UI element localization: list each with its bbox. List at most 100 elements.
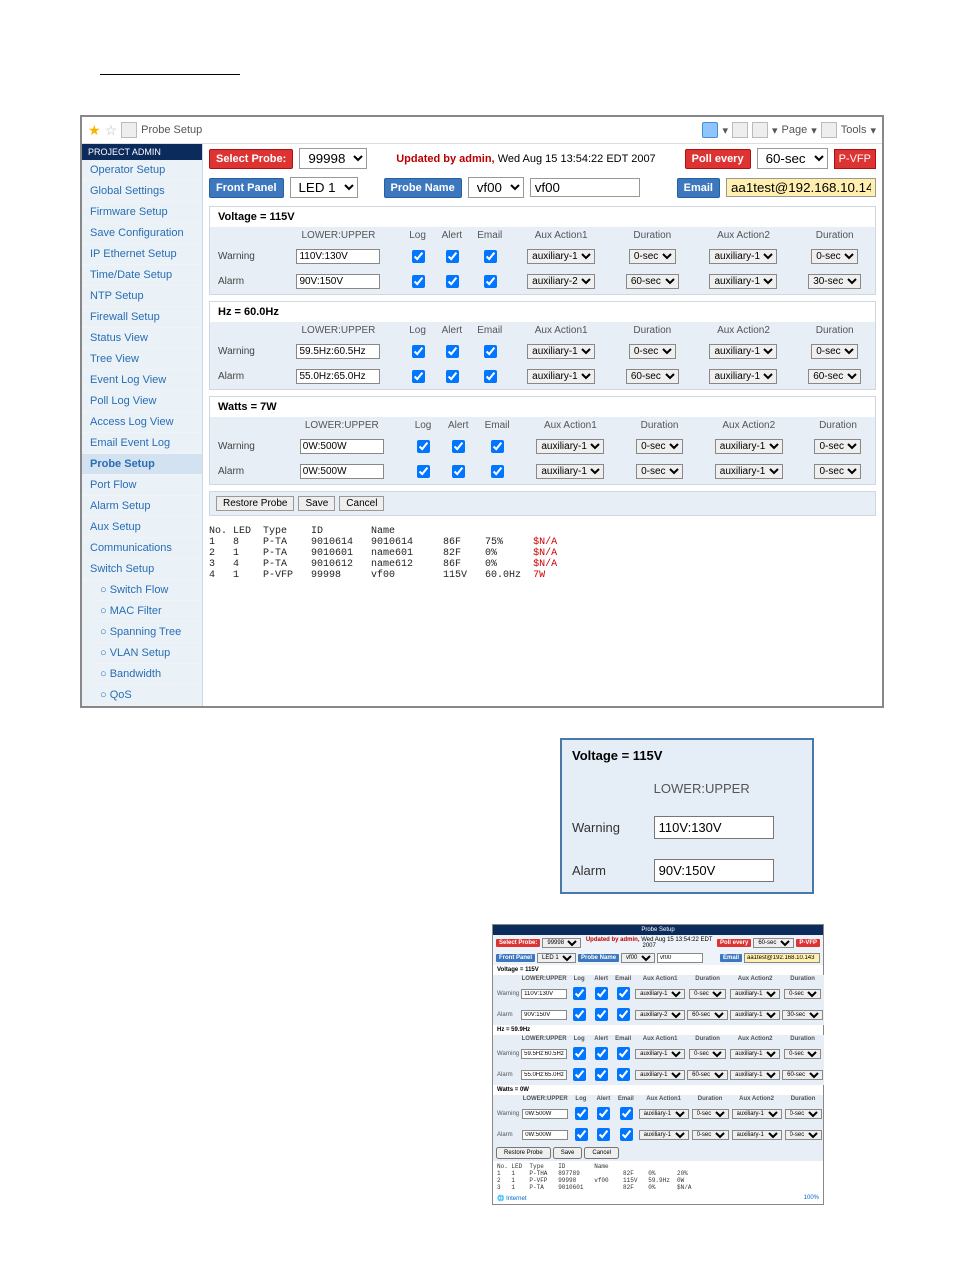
- email-checkbox[interactable]: [484, 250, 497, 263]
- sidebar-item[interactable]: Switch Setup: [82, 559, 202, 580]
- range-input[interactable]: [300, 439, 384, 454]
- tools-menu[interactable]: Tools: [841, 124, 867, 136]
- sidebar-item[interactable]: Communications: [82, 538, 202, 559]
- sidebar-item[interactable]: Alarm Setup: [82, 496, 202, 517]
- sidebar-item[interactable]: Event Log View: [82, 370, 202, 391]
- aux1-select[interactable]: auxiliary-1: [527, 369, 595, 384]
- aux2-select[interactable]: auxiliary-1: [709, 274, 777, 289]
- probe-name-dropdown[interactable]: vf00: [468, 177, 524, 198]
- dur1-select[interactable]: 60-sec: [626, 369, 679, 384]
- restore-probe-button[interactable]: Restore Probe: [216, 496, 294, 511]
- s2-probe-name-dropdown[interactable]: vf00: [621, 953, 655, 963]
- range-input[interactable]: [296, 249, 380, 264]
- s2-select-probe-dropdown[interactable]: 99998: [542, 938, 581, 948]
- range-input[interactable]: [296, 369, 380, 384]
- add-favorite-icon[interactable]: ☆: [105, 122, 118, 139]
- s2-save-button[interactable]: Save: [553, 1147, 583, 1159]
- dur1-select[interactable]: 0-sec: [636, 464, 683, 479]
- log-checkbox[interactable]: [412, 250, 425, 263]
- log-checkbox[interactable]: [412, 370, 425, 383]
- s2-poll-every-dropdown[interactable]: 60-sec: [753, 938, 794, 948]
- zoom-alarm-input[interactable]: [654, 859, 774, 882]
- s2-cancel-button[interactable]: Cancel: [584, 1147, 619, 1159]
- sidebar-item[interactable]: Operator Setup: [82, 160, 202, 181]
- dur2-select[interactable]: 0-sec: [811, 344, 858, 359]
- home-icon[interactable]: [702, 122, 718, 138]
- sidebar-item[interactable]: Aux Setup: [82, 517, 202, 538]
- sidebar-item[interactable]: Poll Log View: [82, 391, 202, 412]
- favorite-icon[interactable]: ★: [88, 122, 101, 139]
- email-input[interactable]: [726, 178, 876, 197]
- cancel-button[interactable]: Cancel: [339, 496, 384, 511]
- alert-checkbox[interactable]: [446, 370, 459, 383]
- dur1-select[interactable]: 0-sec: [636, 439, 683, 454]
- sidebar-subitem[interactable]: ○ MAC Filter: [92, 601, 202, 622]
- sidebar-item[interactable]: IP Ethernet Setup: [82, 244, 202, 265]
- sidebar-item[interactable]: Tree View: [82, 349, 202, 370]
- sidebar-item[interactable]: Probe Setup: [82, 454, 202, 475]
- dur1-select[interactable]: 0-sec: [629, 249, 676, 264]
- sidebar-item[interactable]: NTP Setup: [82, 286, 202, 307]
- s2-probe-name-input[interactable]: [657, 953, 703, 963]
- range-input[interactable]: [296, 344, 380, 359]
- probe-name-input[interactable]: [530, 178, 640, 197]
- sidebar-item[interactable]: Port Flow: [82, 475, 202, 496]
- tools-icon[interactable]: [821, 122, 837, 138]
- alert-checkbox[interactable]: [446, 250, 459, 263]
- alert-checkbox[interactable]: [446, 275, 459, 288]
- log-checkbox[interactable]: [417, 465, 430, 478]
- dur2-select[interactable]: 30-sec: [808, 274, 861, 289]
- sidebar-item[interactable]: Access Log View: [82, 412, 202, 433]
- log-checkbox[interactable]: [412, 275, 425, 288]
- s2-email-input[interactable]: [744, 953, 820, 963]
- sidebar-item[interactable]: Firmware Setup: [82, 202, 202, 223]
- dur2-select[interactable]: 0-sec: [814, 439, 861, 454]
- s2-front-panel-dropdown[interactable]: LED 1: [537, 953, 576, 963]
- aux2-select[interactable]: auxiliary-1: [709, 249, 777, 264]
- range-input[interactable]: [300, 464, 384, 479]
- sidebar-item[interactable]: Email Event Log: [82, 433, 202, 454]
- aux1-select[interactable]: auxiliary-2: [527, 274, 595, 289]
- s2-restore-button[interactable]: Restore Probe: [496, 1147, 551, 1159]
- zoom-warning-input[interactable]: [654, 816, 774, 839]
- sidebar-subitem[interactable]: ○ VLAN Setup: [92, 643, 202, 664]
- page-menu[interactable]: Page: [782, 124, 808, 136]
- email-checkbox[interactable]: [484, 370, 497, 383]
- sidebar-item[interactable]: Time/Date Setup: [82, 265, 202, 286]
- dur2-select[interactable]: 0-sec: [811, 249, 858, 264]
- sidebar-item[interactable]: Firewall Setup: [82, 307, 202, 328]
- dur1-select[interactable]: 60-sec: [626, 274, 679, 289]
- print-icon[interactable]: [752, 122, 768, 138]
- dur2-select[interactable]: 60-sec: [808, 369, 861, 384]
- front-panel-dropdown[interactable]: LED 1: [290, 177, 358, 198]
- aux1-select[interactable]: auxiliary-1: [536, 439, 604, 454]
- email-checkbox[interactable]: [484, 345, 497, 358]
- sidebar-subitem[interactable]: ○ QoS: [92, 685, 202, 706]
- save-button[interactable]: Save: [298, 496, 335, 511]
- feeds-icon[interactable]: [732, 122, 748, 138]
- aux2-select[interactable]: auxiliary-1: [709, 344, 777, 359]
- alert-checkbox[interactable]: [452, 440, 465, 453]
- sidebar-subitem[interactable]: ○ Switch Flow: [92, 580, 202, 601]
- sidebar-item[interactable]: Global Settings: [82, 181, 202, 202]
- log-checkbox[interactable]: [412, 345, 425, 358]
- sidebar-item[interactable]: Save Configuration: [82, 223, 202, 244]
- email-checkbox[interactable]: [484, 275, 497, 288]
- email-checkbox[interactable]: [491, 465, 504, 478]
- aux2-select[interactable]: auxiliary-1: [715, 464, 783, 479]
- email-checkbox[interactable]: [491, 440, 504, 453]
- range-input[interactable]: [296, 274, 380, 289]
- aux2-select[interactable]: auxiliary-1: [715, 439, 783, 454]
- aux1-select[interactable]: auxiliary-1: [527, 344, 595, 359]
- alert-checkbox[interactable]: [452, 465, 465, 478]
- aux1-select[interactable]: auxiliary-1: [536, 464, 604, 479]
- poll-every-dropdown[interactable]: 60-sec: [757, 148, 828, 169]
- log-checkbox[interactable]: [417, 440, 430, 453]
- dur1-select[interactable]: 0-sec: [629, 344, 676, 359]
- aux1-select[interactable]: auxiliary-1: [527, 249, 595, 264]
- sidebar-item[interactable]: Status View: [82, 328, 202, 349]
- dur2-select[interactable]: 0-sec: [814, 464, 861, 479]
- sidebar-subitem[interactable]: ○ Spanning Tree: [92, 622, 202, 643]
- alert-checkbox[interactable]: [446, 345, 459, 358]
- aux2-select[interactable]: auxiliary-1: [709, 369, 777, 384]
